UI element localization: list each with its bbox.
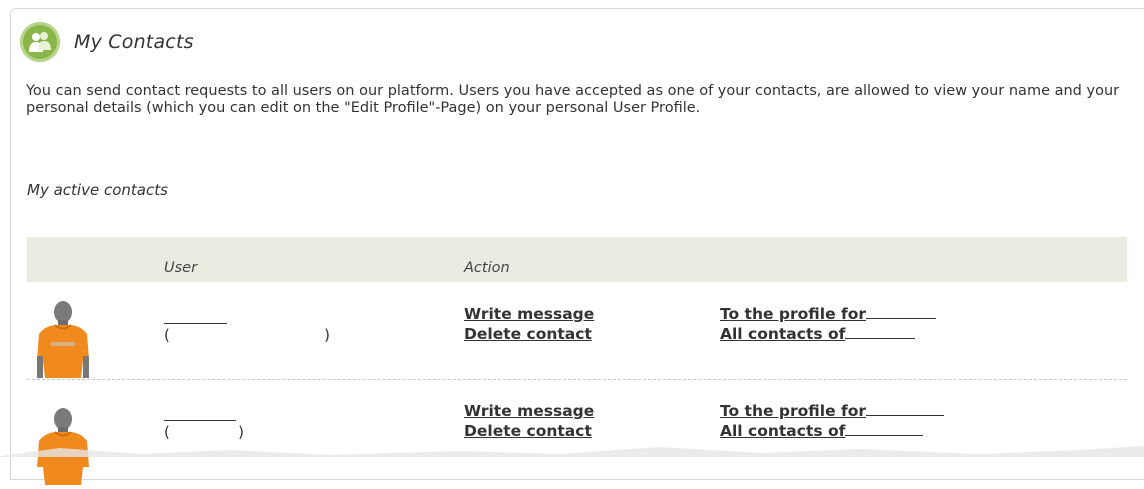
contact-realname: ( ) [164, 423, 244, 441]
contact-username [164, 402, 236, 421]
profile-link[interactable]: To the profile for [720, 402, 945, 421]
table-header: User Action [27, 237, 1127, 282]
intro-text: You can send contact requests to all use… [26, 83, 1120, 116]
contact-username [164, 305, 227, 324]
page-header: My Contacts [20, 20, 194, 64]
all-contacts-link[interactable]: All contacts of [720, 422, 924, 441]
write-message-link[interactable]: Write message [464, 402, 594, 421]
profile-link[interactable]: To the profile for [720, 305, 937, 324]
delete-contact-link[interactable]: Delete contact [464, 422, 592, 441]
contacts-icon [20, 22, 60, 62]
torn-edge [0, 446, 1144, 457]
column-header-user: User [164, 260, 198, 276]
contact-realname: ( ) [164, 326, 330, 344]
write-message-link[interactable]: Write message [464, 305, 594, 324]
avatar [31, 298, 95, 378]
table-row: ( ) Write message Delete contact To the … [27, 283, 1127, 380]
all-contacts-link[interactable]: All contacts of [720, 325, 916, 344]
delete-contact-link[interactable]: Delete contact [464, 325, 592, 344]
section-title: My active contacts [27, 181, 168, 199]
page-title: My Contacts [74, 31, 194, 53]
column-header-action: Action [464, 260, 510, 276]
table-row: ( ) Write message Delete contact To the … [27, 381, 1127, 485]
